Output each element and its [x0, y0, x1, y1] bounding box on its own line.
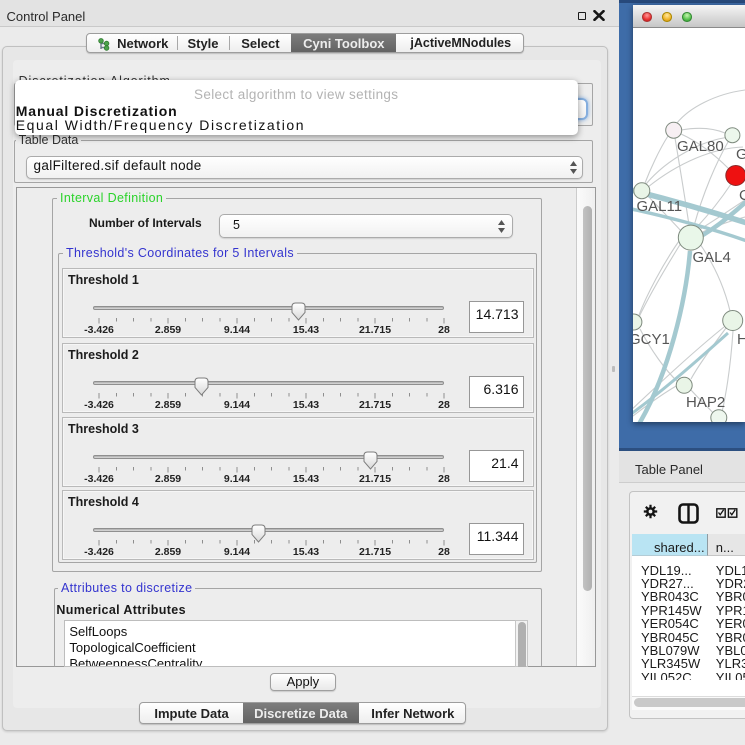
svg-text:GAL11: GAL11 — [637, 198, 683, 215]
svg-text:HAP2: HAP2 — [686, 394, 725, 411]
svg-text:H: H — [737, 331, 745, 348]
svg-text:GAL: GAL — [736, 146, 745, 163]
svg-text:C: C — [739, 187, 745, 204]
svg-text:GAL80: GAL80 — [677, 138, 724, 155]
svg-text:GCY1: GCY1 — [633, 331, 670, 348]
svg-text:GAL4: GAL4 — [693, 249, 731, 266]
